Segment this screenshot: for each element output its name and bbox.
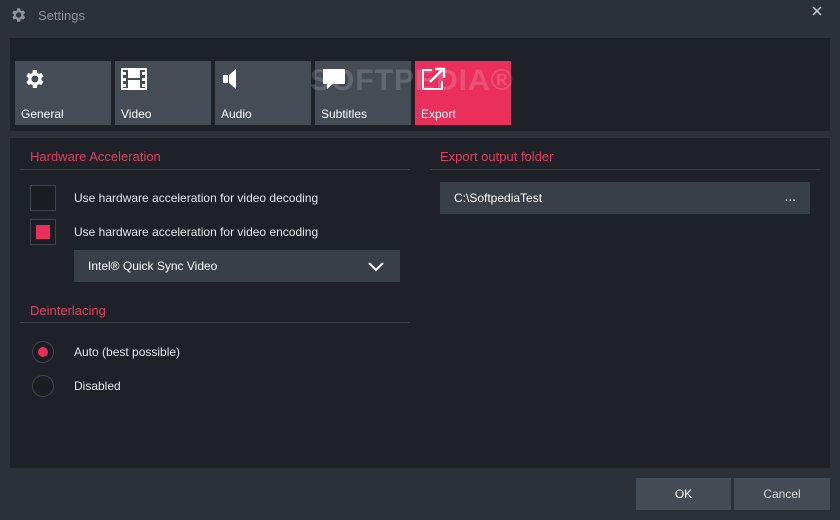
encoder-select-value: Intel® Quick Sync Video [88, 259, 218, 273]
tab-export[interactable]: Export [415, 61, 511, 125]
cancel-button[interactable]: Cancel [734, 478, 830, 510]
section-divider [20, 169, 410, 170]
export-folder-path: C:\SoftpediaTest [454, 191, 543, 205]
speaker-icon [223, 69, 236, 89]
browse-button[interactable]: ... [784, 188, 796, 204]
tab-video[interactable]: Video [115, 61, 211, 125]
deinterlace-auto-label: Auto (best possible) [74, 345, 181, 359]
tab-general[interactable]: General [15, 61, 111, 125]
export-folder-field[interactable]: C:\SoftpediaTest ... [440, 182, 810, 214]
deinterlace-disabled-label: Disabled [74, 379, 121, 393]
encoding-label: Use hardware acceleration for video enco… [74, 225, 319, 239]
ok-button[interactable]: OK [636, 478, 731, 510]
tab-label: Audio [221, 107, 252, 121]
settings-panel: Hardware Acceleration Use hardware accel… [10, 138, 830, 468]
tab-label: General [21, 107, 64, 121]
encoding-checkbox[interactable] [30, 219, 56, 245]
tab-strip: General Video Audio Subtitles Export [10, 38, 830, 131]
window-title: Settings [38, 8, 85, 23]
hardware-acceleration-title: Hardware Acceleration [30, 149, 161, 164]
encoder-select[interactable]: Intel® Quick Sync Video [74, 250, 400, 282]
tab-subtitles[interactable]: Subtitles [315, 61, 411, 125]
gear-icon [26, 70, 44, 88]
tab-label: Export [421, 107, 456, 121]
chevron-down-icon [368, 262, 384, 272]
close-button[interactable] [794, 0, 840, 22]
export-folder-title: Export output folder [440, 149, 554, 164]
speech-bubble-icon [323, 69, 345, 89]
section-divider [20, 322, 410, 323]
tab-label: Subtitles [321, 107, 368, 121]
deinterlacing-title: Deinterlacing [30, 303, 106, 318]
tab-audio[interactable]: Audio [215, 61, 311, 125]
close-icon [812, 6, 822, 16]
deinterlace-disabled-radio[interactable] [32, 375, 54, 397]
film-icon [121, 68, 147, 90]
gear-icon [12, 8, 26, 22]
tab-label: Video [121, 107, 152, 121]
title-bar: Settings [0, 0, 840, 30]
export-icon [422, 67, 446, 90]
decoding-checkbox[interactable] [30, 185, 56, 211]
section-divider [430, 169, 820, 170]
deinterlace-auto-radio[interactable] [32, 341, 54, 363]
decoding-label: Use hardware acceleration for video deco… [74, 191, 319, 205]
